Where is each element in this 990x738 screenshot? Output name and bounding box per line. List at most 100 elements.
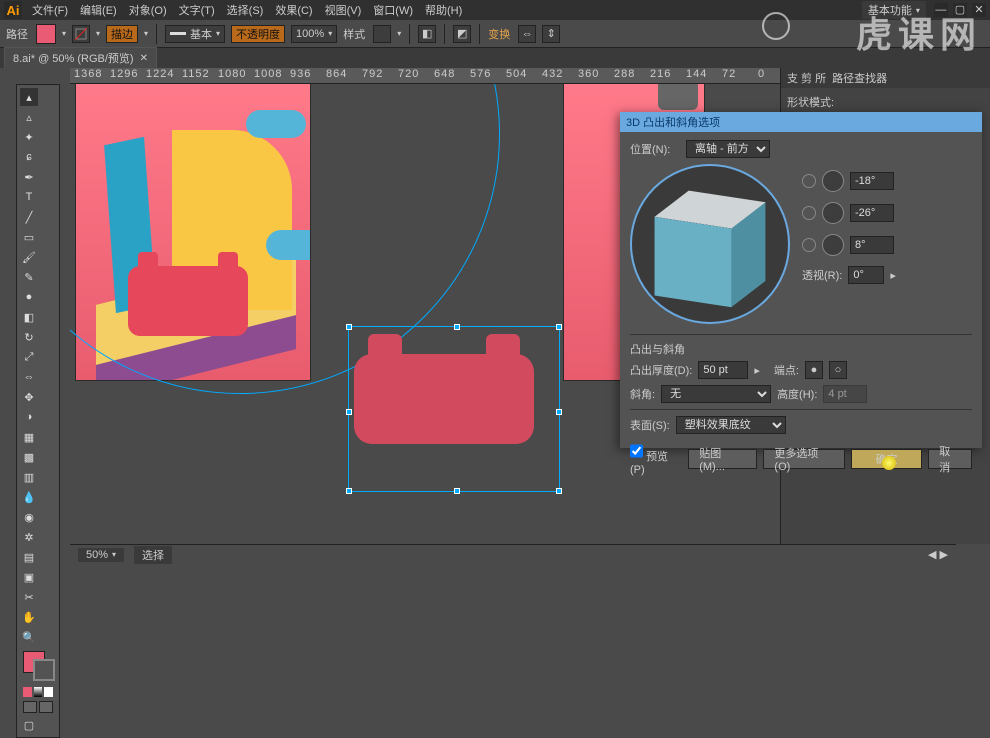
transform-label[interactable]: 变换 xyxy=(488,26,510,42)
rectangle-tool[interactable]: ▭ xyxy=(20,228,38,246)
angle-x-knob[interactable] xyxy=(822,170,844,192)
menu-edit[interactable]: 编辑(E) xyxy=(76,0,121,20)
angle-z-knob[interactable] xyxy=(822,234,844,256)
blob-brush-tool[interactable]: ● xyxy=(20,288,38,306)
type-tool[interactable]: T xyxy=(20,188,38,206)
menu-type[interactable]: 文字(T) xyxy=(175,0,219,20)
shape-icon[interactable]: ◩ xyxy=(453,25,471,43)
options-bar: 路径 ▾ ▾ 描边 ▾ 基本▾ 不透明度 100%▾ 样式 ▾ ◧ ◩ 变换 ⇔… xyxy=(0,20,990,48)
cap-on-icon[interactable]: ● xyxy=(805,361,823,379)
style-dropdown[interactable] xyxy=(373,25,391,43)
perspective-tool[interactable]: ▦ xyxy=(20,428,38,446)
stroke-label[interactable]: 描边 xyxy=(106,25,138,43)
graph-tool[interactable]: ▤ xyxy=(20,548,38,566)
tab-pathfinder[interactable]: 路径查找器 xyxy=(832,70,887,86)
mouse-cursor-icon xyxy=(882,456,896,470)
symbol-sprayer-tool[interactable]: ✲ xyxy=(20,528,38,546)
current-tool-status[interactable]: 选择 xyxy=(134,546,172,564)
perspective-input[interactable] xyxy=(848,266,884,284)
eyedropper-tool[interactable]: 💧 xyxy=(20,488,38,506)
align-icon[interactable]: ◧ xyxy=(418,25,436,43)
change-screen-mode[interactable]: ▢ xyxy=(20,716,38,734)
depth-input[interactable] xyxy=(698,361,748,379)
menu-view[interactable]: 视图(V) xyxy=(321,0,366,20)
tab-close-icon[interactable]: ✕ xyxy=(140,53,148,64)
menu-bar: Ai 文件(F) 编辑(E) 对象(O) 文字(T) 选择(S) 效果(C) 视… xyxy=(0,0,990,20)
slice-tool[interactable]: ✂ xyxy=(20,588,38,606)
menu-file[interactable]: 文件(F) xyxy=(28,0,72,20)
selection-type-label: 路径 xyxy=(6,26,28,42)
screen-mode-full[interactable] xyxy=(39,701,53,713)
stroke-swatch[interactable] xyxy=(72,25,90,43)
screen-mode-row xyxy=(19,699,57,715)
ok-button[interactable]: 确定 xyxy=(851,449,923,469)
close-button[interactable]: ✕ xyxy=(972,3,986,17)
line-tool[interactable]: ╱ xyxy=(20,208,38,226)
direct-selection-tool[interactable]: ▵ xyxy=(20,108,38,126)
menu-window[interactable]: 窗口(W) xyxy=(369,0,417,20)
opacity-label[interactable]: 不透明度 xyxy=(231,25,285,43)
cancel-button[interactable]: 取消 xyxy=(928,449,972,469)
surface-dropdown[interactable]: 塑料效果底纹 xyxy=(676,416,786,434)
stroke-color[interactable] xyxy=(33,659,55,681)
opacity-field[interactable]: 100%▾ xyxy=(291,25,337,43)
gradient-tool[interactable]: ▥ xyxy=(20,468,38,486)
watermark-icon xyxy=(762,12,790,40)
eraser-tool[interactable]: ◧ xyxy=(20,308,38,326)
menu-select[interactable]: 选择(S) xyxy=(223,0,268,20)
position-dropdown[interactable]: 离轴 - 前方 xyxy=(686,140,770,158)
transform-icon-1[interactable]: ⇔ xyxy=(518,25,536,43)
scale-tool[interactable]: ⤢ xyxy=(20,348,38,366)
zoom-tool[interactable]: 🔍 xyxy=(20,628,38,646)
selected-3d-object[interactable] xyxy=(354,354,554,484)
stroke-profile-dropdown[interactable]: 基本▾ xyxy=(165,25,225,43)
map-art-button[interactable]: 贴图(M)... xyxy=(688,449,757,469)
menu-effect[interactable]: 效果(C) xyxy=(271,0,316,20)
fill-swatch[interactable] xyxy=(36,24,56,44)
menu-help[interactable]: 帮助(H) xyxy=(421,0,466,20)
rotation-cube-widget[interactable] xyxy=(630,164,790,324)
blend-tool[interactable]: ◉ xyxy=(20,508,38,526)
color-mode-solid[interactable] xyxy=(23,687,32,697)
angle-z-input[interactable] xyxy=(850,236,894,254)
free-transform-tool[interactable]: ✥ xyxy=(20,388,38,406)
magic-wand-tool[interactable]: ✦ xyxy=(20,128,38,146)
fill-stroke-controls[interactable] xyxy=(19,651,57,685)
menu-object[interactable]: 对象(O) xyxy=(125,0,171,20)
workspace-switcher[interactable]: 基本功能▾ xyxy=(862,1,926,19)
tab-align[interactable]: 支 剪 所 xyxy=(787,70,826,86)
artboard-tool[interactable]: ▣ xyxy=(20,568,38,586)
color-mode-none[interactable] xyxy=(44,687,53,697)
transform-icon-2[interactable]: ⇕ xyxy=(542,25,560,43)
minimize-button[interactable]: — xyxy=(934,3,948,17)
height-input[interactable] xyxy=(823,385,867,403)
lasso-tool[interactable]: ɕ xyxy=(20,148,38,166)
more-options-button[interactable]: 更多选项(O) xyxy=(763,449,844,469)
shape-builder-tool[interactable]: ◑ xyxy=(20,408,38,426)
angle-y-knob[interactable] xyxy=(822,202,844,224)
mesh-tool[interactable]: ▩ xyxy=(20,448,38,466)
preview-checkbox[interactable]: 预览(P) xyxy=(630,442,682,476)
dialog-title-bar[interactable]: 3D 凸出和斜角选项 xyxy=(620,112,982,132)
pencil-tool[interactable]: ✎ xyxy=(20,268,38,286)
selection-handles[interactable] xyxy=(348,326,560,492)
width-tool[interactable]: ⇔ xyxy=(20,368,38,386)
paintbrush-tool[interactable]: 🖌 xyxy=(20,248,38,266)
bevel-dropdown[interactable]: 无 xyxy=(661,385,771,403)
document-tab[interactable]: 8.ai* @ 50% (RGB/预览) ✕ xyxy=(4,47,157,68)
screen-mode-normal[interactable] xyxy=(23,701,37,713)
angle-y-input[interactable] xyxy=(850,204,894,222)
angle-x-input[interactable] xyxy=(850,172,894,190)
cap-off-icon[interactable]: ○ xyxy=(829,361,847,379)
axis-z-icon xyxy=(802,238,816,252)
axis-x-icon xyxy=(802,174,816,188)
selection-tool[interactable]: ▴ xyxy=(20,88,38,106)
hand-tool[interactable]: ✋ xyxy=(20,608,38,626)
color-mode-gradient[interactable] xyxy=(34,687,43,697)
maximize-button[interactable]: ▢ xyxy=(953,3,967,17)
zoom-level[interactable]: 50%▾ xyxy=(78,548,124,562)
pen-tool[interactable]: ✒ xyxy=(20,168,38,186)
bevel-label: 斜角: xyxy=(630,386,655,402)
document-tab-title: 8.ai* @ 50% (RGB/预览) xyxy=(13,50,134,66)
rotate-tool[interactable]: ↻ xyxy=(20,328,38,346)
